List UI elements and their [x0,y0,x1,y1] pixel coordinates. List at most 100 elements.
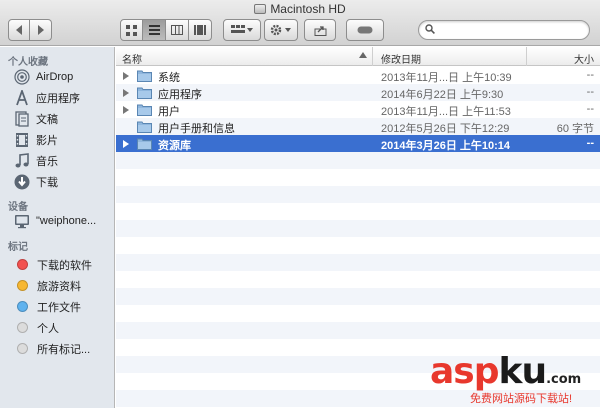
file-date: 2013年11月...日 上午11:53 [381,106,511,118]
file-row[interactable]: 用户手册和信息 2012年5月26日 下午12:29 60 字节 [116,118,600,135]
tag-color-dot [17,322,28,333]
arrange-button[interactable] [223,19,261,41]
sidebar-tag-work[interactable]: 工作文件 [0,296,114,317]
search-input[interactable] [439,23,584,37]
sidebar-item-applications[interactable]: 应用程序 [0,87,114,108]
sidebar-item-label: 影片 [36,134,58,147]
sidebar-item-label: 个人 [37,322,59,335]
downloads-icon [14,174,30,190]
file-size: 60 字节 [556,123,594,135]
list-icon [148,25,160,35]
back-button[interactable] [8,19,30,41]
tag-icon [357,26,373,34]
movies-icon [14,132,30,148]
action-group [264,19,298,41]
file-row[interactable]: 用户 2013年11月...日 上午11:53 -- [116,101,600,118]
sidebar-item-label: AirDrop [36,70,74,83]
file-size: -- [586,86,594,98]
action-button[interactable] [264,19,298,41]
column-headers: 名称 修改日期 大小 [116,47,600,66]
window-title-text: Macintosh HD [270,2,346,16]
sidebar-item-label: 应用程序 [36,92,80,105]
list-view-button[interactable] [143,19,166,41]
row-stripe [116,186,600,203]
sidebar-item-label: 旅游资料 [37,280,81,293]
arrange-icon [231,25,253,33]
file-row[interactable]: 系统 2013年11月...日 上午10:39 -- [116,67,600,84]
sidebar-item-movies[interactable]: 影片 [0,129,114,150]
airdrop-icon [14,68,30,85]
file-date: 2012年5月26日 下午12:29 [381,123,510,135]
row-stripe [116,322,600,339]
sidebar-item-label: 下载的软件 [37,259,92,272]
file-date: 2014年6月22日 上午9:30 [381,89,504,101]
cover-flow-icon [194,25,206,35]
disclosure-triangle-icon[interactable] [123,106,129,114]
chevron-right-icon [37,25,44,35]
file-name: 系统 [158,72,180,84]
window-toolbar: Macintosh HD [0,0,600,46]
file-row[interactable]: 应用程序 2014年6月22日 上午9:30 -- [116,84,600,101]
tag-color-dot [17,343,28,354]
column-divider[interactable] [372,47,373,66]
forward-button[interactable] [30,19,52,41]
file-date: 2013年11月...日 上午10:39 [381,72,512,84]
grid-icon [126,24,137,36]
sidebar-item-device[interactable]: "weiphone... [0,210,114,231]
disclosure-triangle-icon[interactable] [123,72,129,80]
file-name: 用户手册和信息 [158,123,235,135]
tag-color-dot [17,280,28,291]
tags-header: 标记 [8,242,28,253]
file-name: 资源库 [158,140,191,152]
column-divider[interactable] [526,47,527,66]
sidebar-item-airdrop[interactable]: AirDrop [0,66,114,87]
watermark-ku: ku [498,351,548,392]
sidebar-tag-travel[interactable]: 旅游资料 [0,275,114,296]
row-stripe [116,254,600,271]
watermark-asp: asp [430,351,499,392]
sidebar-item-label: 所有标记... [37,343,91,356]
watermark-subtitle: 免费网站源码下载站! [470,393,573,405]
back-forward-group [8,19,52,41]
sidebar: 个人收藏 AirDrop 应用程序 文稿 影片 音乐 下载 设备 "weipho… [0,47,115,408]
disclosure-triangle-icon[interactable] [123,140,129,148]
disclosure-triangle-icon[interactable] [123,89,129,97]
watermark-com: .com [546,372,582,387]
column-header-date[interactable]: 修改日期 [381,51,421,66]
file-name: 用户 [158,106,180,118]
column-header-name[interactable]: 名称 [122,51,142,66]
sidebar-tag-all-tags[interactable]: 所有标记... [0,338,114,359]
hard-disk-icon [254,4,267,14]
aspku-watermark-logo: aspku.com 免费网站源码下载站! [430,351,595,406]
search-field[interactable] [418,20,590,40]
icon-view-button[interactable] [120,19,143,41]
sidebar-tag-downloaded-software[interactable]: 下载的软件 [0,254,114,275]
documents-icon [14,110,30,127]
tag-color-dot [17,301,28,312]
window-title: Macintosh HD [0,2,600,16]
row-stripe [116,288,600,305]
file-size: -- [586,137,594,149]
sidebar-item-downloads[interactable]: 下载 [0,171,114,192]
column-header-size[interactable]: 大小 [574,51,594,66]
edit-tags-button[interactable] [346,19,384,41]
folder-icon [137,120,152,133]
sidebar-tag-personal[interactable]: 个人 [0,317,114,338]
share-icon [314,25,326,36]
file-row[interactable]: 资源库 2014年3月26日 上午10:14 -- [116,135,600,152]
file-date: 2014年3月26日 上午10:14 [381,140,511,152]
row-stripe [116,152,600,169]
columns-icon [171,25,183,35]
tag-group [346,19,384,41]
arrange-group [223,19,261,41]
sidebar-item-label: 音乐 [36,155,58,168]
file-size: -- [586,69,594,81]
sidebar-item-documents[interactable]: 文稿 [0,108,114,129]
column-view-button[interactable] [166,19,189,41]
sidebar-item-music[interactable]: 音乐 [0,150,114,171]
cover-flow-button[interactable] [189,19,212,41]
file-size: -- [586,103,594,115]
share-button[interactable] [304,19,336,41]
applications-icon [14,89,30,106]
folder-icon [137,137,152,150]
